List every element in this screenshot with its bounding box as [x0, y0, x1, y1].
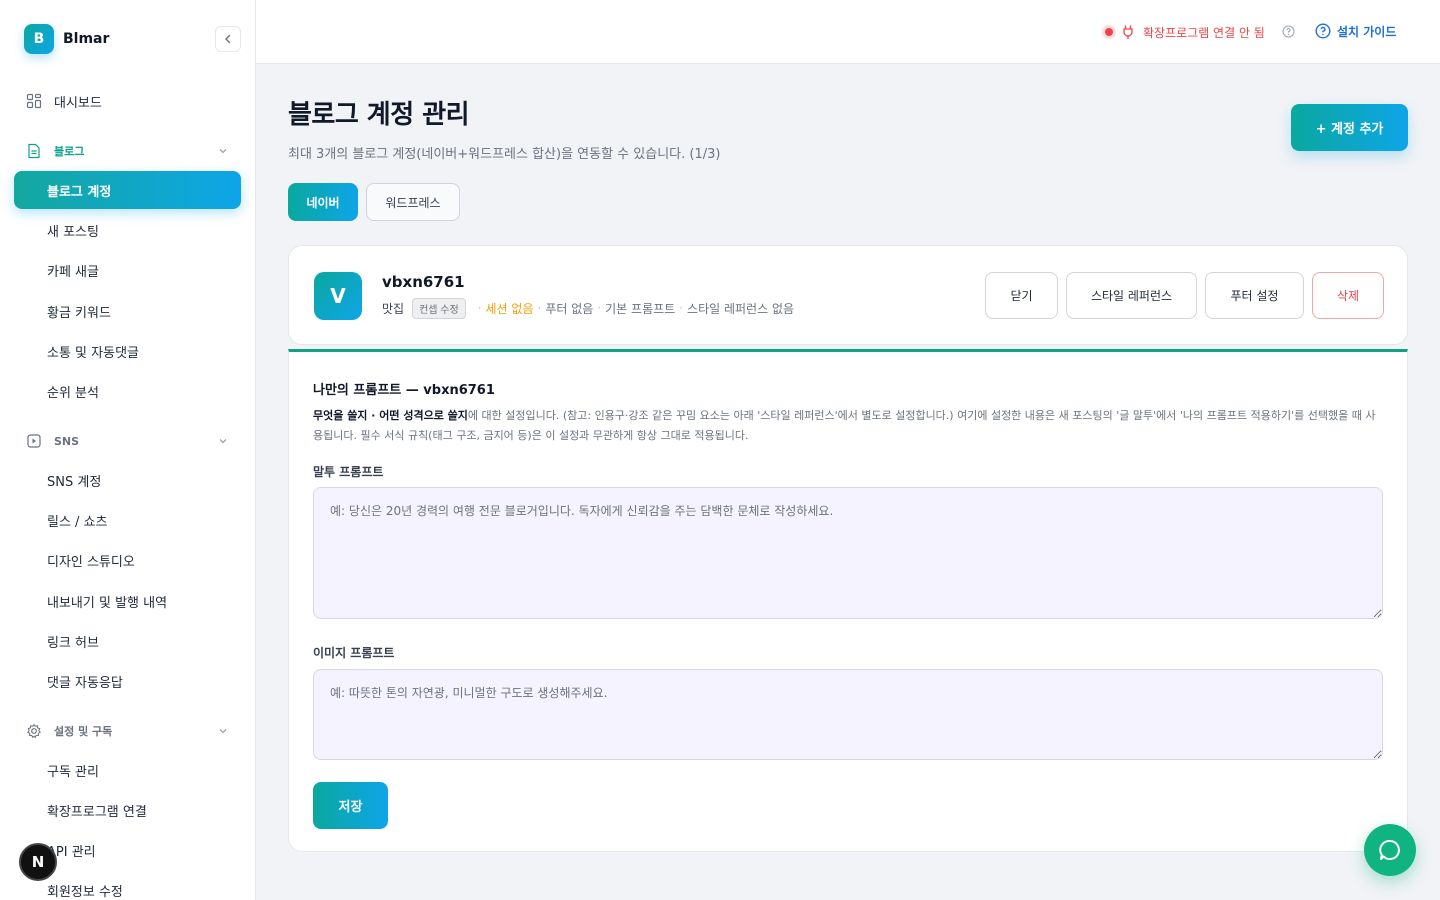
- sidebar-item-blog-account[interactable]: 블로그 계정: [14, 171, 241, 209]
- footer-settings-button[interactable]: 푸터 설정: [1205, 272, 1304, 319]
- play-square-icon: [26, 433, 42, 449]
- footer-status: 푸터 없음: [545, 301, 594, 316]
- sidebar-section-label: 설정 및 구독: [54, 725, 113, 738]
- meta-separator: ·: [597, 301, 602, 315]
- sidebar-item-label: 대시보드: [54, 95, 102, 111]
- document-icon: [26, 143, 42, 159]
- chevron-down-icon: [219, 149, 227, 154]
- save-button[interactable]: 저장: [313, 782, 388, 829]
- status-dot: [1105, 28, 1113, 36]
- sidebar-item-golden-keyword[interactable]: 황금 키워드: [14, 292, 241, 330]
- sidebar-section-label: 블로그: [54, 145, 85, 158]
- prompt-panel-title: 나만의 프롬프트 — vbxn6761: [313, 383, 495, 398]
- account-category: 맛집: [382, 301, 405, 316]
- tone-prompt-label: 말투 프롬프트: [313, 465, 384, 479]
- chat-bubble-icon: [1379, 839, 1400, 860]
- page-title: 블로그 계정 관리: [288, 100, 470, 130]
- sidebar-item-rank-analysis[interactable]: 순위 분석: [14, 372, 241, 410]
- chevron-left-icon: [225, 34, 231, 44]
- dashboard-grid-icon: [26, 93, 42, 109]
- sidebar-section-settings[interactable]: 설정 및 구독: [14, 716, 241, 746]
- sidebar-item-sns-account[interactable]: SNS 계정: [14, 461, 241, 499]
- add-account-button[interactable]: + 계정 추가: [1291, 104, 1408, 151]
- meta-separator: ·: [477, 301, 482, 315]
- help-circle-icon[interactable]: [1282, 25, 1295, 38]
- sidebar-item-auto-comment[interactable]: 소통 및 자동댓글: [14, 332, 241, 370]
- image-prompt-input[interactable]: [313, 669, 1383, 760]
- sidebar: B Blmar 대시보드 블로그 블로그 계정 새 포스팅 카페 새글 황금 키…: [0, 0, 256, 900]
- n-badge-button[interactable]: N: [19, 843, 57, 881]
- plug-icon: [1123, 25, 1133, 39]
- meta-separator: ·: [537, 301, 542, 315]
- install-guide-link[interactable]: 설치 가이드: [1315, 21, 1396, 41]
- topbar: 확장프로그램 연결 안 됨 설치 가이드: [256, 0, 1440, 64]
- sidebar-item-dashboard[interactable]: 대시보드: [14, 82, 241, 120]
- sidebar-item-extension-connect[interactable]: 확장프로그램 연결: [14, 791, 241, 829]
- style-reference-button[interactable]: 스타일 레퍼런스: [1066, 272, 1197, 319]
- account-meta: 맛집 컨셉 수정 · 세션 없음 · 푸터 없음 · 기본 프롬프트 · 스타일…: [382, 297, 795, 319]
- sidebar-item-export-history[interactable]: 내보내기 및 발행 내역: [14, 582, 241, 620]
- extension-status[interactable]: 확장프로그램 연결 안 됨: [1105, 22, 1265, 42]
- extension-status-text: 확장프로그램 연결 안 됨: [1143, 25, 1265, 40]
- close-button[interactable]: 닫기: [985, 272, 1058, 319]
- tab-wordpress[interactable]: 워드프레스: [366, 183, 460, 221]
- sidebar-collapse-button[interactable]: [215, 26, 241, 52]
- account-card: V vbxn6761 맛집 컨셉 수정 · 세션 없음 · 푸터 없음 · 기본…: [288, 245, 1408, 345]
- sidebar-item-cafe-post[interactable]: 카페 새글: [14, 251, 241, 289]
- style-ref-status: 스타일 레퍼런스 없음: [687, 301, 795, 316]
- brand-name: Blmar: [63, 31, 110, 47]
- account-avatar: V: [314, 272, 362, 320]
- chevron-down-icon: [219, 729, 227, 734]
- concept-edit-button[interactable]: 컨셉 수정: [412, 297, 466, 319]
- sidebar-item-design-studio[interactable]: 디자인 스튜디오: [14, 541, 241, 579]
- prompt-panel-description: 무엇을 쓸지 · 어떤 성격으로 쓸지에 대한 설정입니다. (참고: 인용구·…: [313, 406, 1385, 446]
- prompt-status: 기본 프롬프트: [605, 301, 676, 316]
- sidebar-item-reels-shorts[interactable]: 릴스 / 쇼츠: [14, 501, 241, 539]
- sidebar-item-link-hub[interactable]: 링크 허브: [14, 622, 241, 660]
- delete-button[interactable]: 삭제: [1312, 272, 1384, 319]
- tone-prompt-input[interactable]: [313, 487, 1383, 619]
- account-name: vbxn6761: [382, 273, 465, 291]
- question-circle-icon: [1315, 23, 1331, 39]
- sidebar-section-label: SNS: [54, 434, 80, 448]
- chevron-down-icon: [219, 439, 227, 444]
- chat-support-button[interactable]: [1364, 824, 1416, 876]
- desc-bold: 무엇을 쓸지 · 어떤 성격으로 쓸지: [313, 409, 468, 422]
- sidebar-item-comment-autoreply[interactable]: 댓글 자동응답: [14, 662, 241, 700]
- sidebar-item-new-posting[interactable]: 새 포스팅: [14, 211, 241, 249]
- install-guide-text: 설치 가이드: [1337, 24, 1397, 39]
- desc-rest: 에 대한 설정입니다. (참고: 인용구·강조 같은 꾸밈 요소는 아래 '스타…: [313, 409, 1376, 442]
- sidebar-section-sns[interactable]: SNS: [14, 426, 241, 456]
- brand[interactable]: B Blmar: [24, 24, 109, 54]
- sidebar-item-subscription[interactable]: 구독 관리: [14, 751, 241, 789]
- image-prompt-label: 이미지 프롬프트: [313, 646, 395, 660]
- session-status: 세션 없음: [485, 301, 534, 316]
- page-description: 최대 3개의 블로그 계정(네이버+워드프레스 합산)을 연동할 수 있습니다.…: [288, 147, 721, 162]
- gear-icon: [26, 723, 42, 739]
- brand-logo: B: [24, 24, 54, 54]
- tab-naver[interactable]: 네이버: [288, 183, 358, 221]
- meta-separator: ·: [679, 301, 684, 315]
- sidebar-section-blog[interactable]: 블로그: [14, 136, 241, 166]
- prompt-panel: 나만의 프롬프트 — vbxn6761 무엇을 쓸지 · 어떤 성격으로 쓸지에…: [288, 349, 1408, 852]
